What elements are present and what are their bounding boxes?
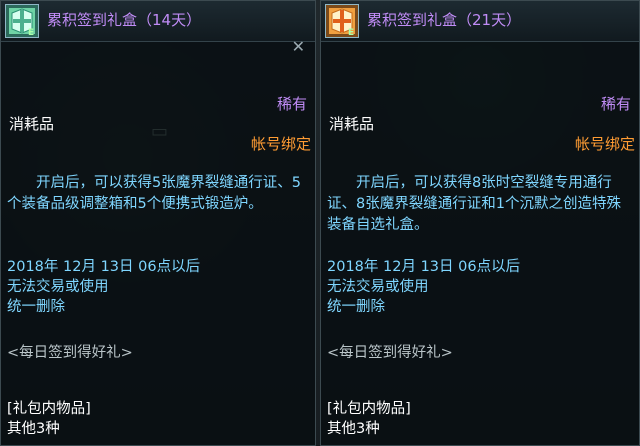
item-rarity: 稀有 — [276, 95, 307, 113]
item-name: 累积签到礼盒（21天） — [367, 11, 522, 29]
package-count: 其他3种 — [7, 421, 60, 437]
package-title: [礼包内物品] — [327, 401, 411, 417]
item-type: 消耗品 — [9, 115, 55, 133]
bind-type: 帐号绑定 — [250, 135, 311, 153]
item-source: <每日签到得好礼> — [327, 345, 453, 361]
gift-box-icon: E — [5, 4, 39, 38]
tooltip-header: E 累积签到礼盒（21天） — [321, 1, 639, 42]
expire-info: 2018年 12月 13日 06点以后 无法交易或使用 统一删除 — [7, 257, 307, 317]
tooltip-header: E 累积签到礼盒（14天） — [1, 1, 315, 42]
background-decoration: ▭ — [151, 121, 171, 142]
expire-restriction: 无法交易或使用 — [7, 279, 109, 295]
expire-date: 2018年 12月 13日 06点以后 — [7, 259, 201, 275]
expire-action: 统一删除 — [7, 299, 65, 315]
expire-date: 2018年 12月 13日 06点以后 — [327, 259, 521, 275]
expire-restriction: 无法交易或使用 — [327, 279, 429, 295]
item-tooltip-14-day: ▭ E 累积签到礼盒（14天） ✕ 稀有 消耗品 帐号绑定 开启后，可以获得5张… — [0, 0, 316, 446]
package-contents: [礼包内物品] 其他3种 — [327, 399, 411, 439]
expire-action: 统一删除 — [327, 299, 385, 315]
expire-info: 2018年 12月 13日 06点以后 无法交易或使用 统一删除 — [327, 257, 627, 317]
item-name: 累积签到礼盒（14天） — [47, 11, 202, 29]
item-description: 开启后，可以获得5张魔界裂缝通行证、5个装备品级调整箱和5个便携式锻造炉。 — [7, 175, 301, 212]
package-title: [礼包内物品] — [7, 401, 91, 417]
item-rarity: 稀有 — [600, 95, 631, 113]
item-source: <每日签到得好礼> — [7, 345, 133, 361]
svg-text:E: E — [28, 28, 34, 37]
package-count: 其他3种 — [327, 421, 380, 437]
svg-text:E: E — [348, 28, 354, 37]
package-contents: [礼包内物品] 其他3种 — [7, 399, 91, 439]
item-description: 开启后，可以获得8张时空裂缝专用通行证、8张魔界裂缝通行证和1个沉默之创造特殊装… — [327, 175, 621, 233]
item-tooltip-21-day: E 累积签到礼盒（21天） 稀有 消耗品 帐号绑定 开启后，可以获得8张时空裂缝… — [320, 0, 640, 446]
gift-box-icon: E — [325, 4, 359, 38]
close-icon[interactable]: ✕ — [292, 37, 305, 56]
item-type: 消耗品 — [329, 115, 375, 133]
bind-type: 帐号绑定 — [574, 135, 635, 153]
